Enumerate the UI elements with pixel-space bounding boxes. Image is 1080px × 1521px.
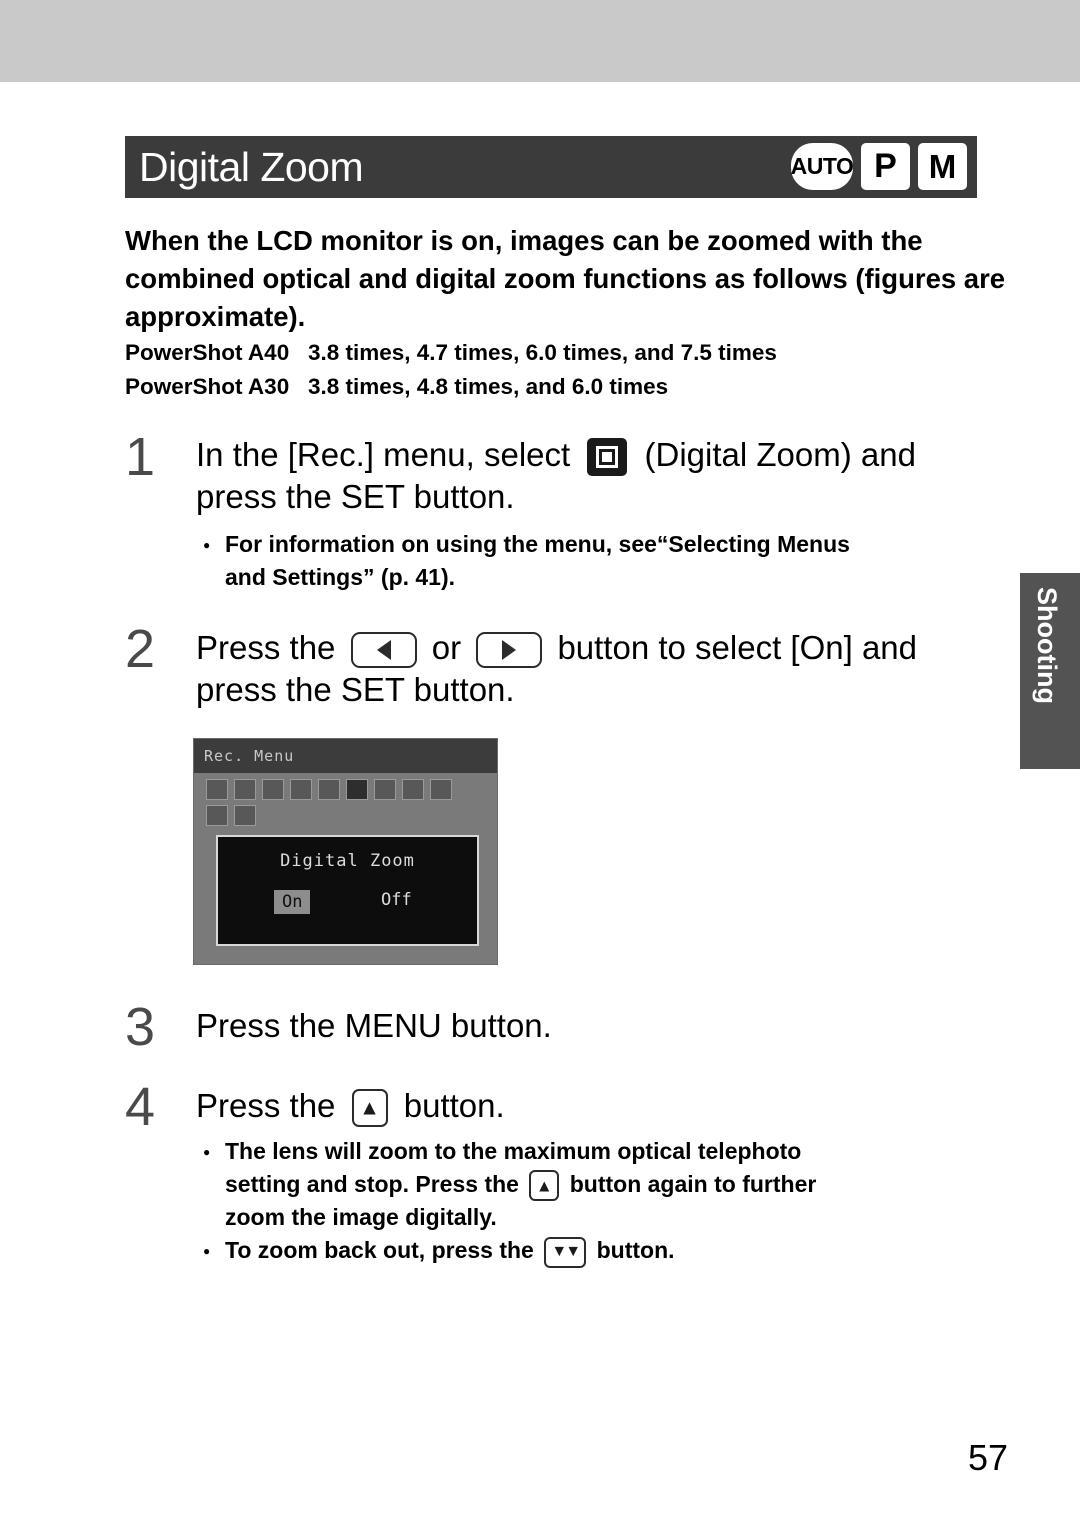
lcd-icon-4: [290, 779, 312, 800]
right-arrow-button-icon: [476, 632, 543, 669]
step-1-note-part2: and Settings”: [225, 564, 375, 590]
step-4-note-1-part-b: button again to further: [569, 1171, 817, 1197]
left-arrow-button-icon: [350, 632, 417, 669]
mode-icon-group: AUTO P M: [791, 143, 967, 190]
lcd-icon-9: [430, 779, 452, 800]
side-tab-label: Shooting: [1032, 587, 1062, 704]
step-4-number: 4: [125, 1077, 156, 1137]
step-2-number: 2: [125, 619, 156, 679]
step-1-note-page: (p. 41).: [380, 564, 456, 590]
lcd-icon-2: [234, 779, 256, 800]
step-4-text: Press the ▲ button.: [196, 1085, 896, 1128]
step-1-note-part1: For information on using the menu, see: [225, 531, 657, 557]
top-grey-band: [0, 0, 1080, 84]
step-1-note-line2: and Settings” (p. 41).: [199, 561, 999, 594]
auto-mode-icon: AUTO: [791, 143, 854, 190]
lcd-option-on: On: [274, 890, 311, 914]
page-number: 57: [967, 1437, 1008, 1478]
step-3-number: 3: [125, 997, 156, 1057]
lcd-icon-1: [206, 779, 228, 800]
step-2-text-before: Press the: [196, 629, 336, 666]
telephoto-zoom-button-icon-inline: ▲: [529, 1170, 560, 1202]
lcd-icon-row-2: [206, 805, 256, 826]
step-4-note-2-part-a: To zoom back out, press the: [225, 1237, 534, 1264]
spec-line-a40: PowerShot A40 3.8 times, 4.7 times, 6.0 …: [125, 340, 777, 365]
step-1-notes: For information on using the menu, see“S…: [199, 528, 999, 594]
spec-line-a30: PowerShot A30 3.8 times, 4.8 times, and …: [125, 374, 669, 399]
step-1-note-quote: “Selecting Menus: [656, 531, 850, 557]
section-title-bar: Digital Zoom AUTO P M: [125, 136, 977, 198]
program-mode-icon: P: [861, 143, 910, 190]
step-2-label-or: or: [431, 629, 462, 666]
step-4-note-1-line-3: zoom the image digitally.: [225, 1204, 497, 1231]
step-1-text: In the [Rec.] menu, select (Digital Zoom…: [196, 434, 976, 518]
step-3-text: Press the MENU button.: [196, 1007, 552, 1044]
page-title: Digital Zoom: [139, 143, 364, 190]
step-4-text-after: button.: [403, 1087, 505, 1124]
lcd-icon-6-selected: [346, 779, 368, 800]
lcd-menu-title: Rec. Menu: [194, 739, 497, 773]
step-4-note-2-part-b: button.: [596, 1237, 675, 1264]
step-4-note-1-line-2: setting and stop. Press the ▲ button aga…: [199, 1168, 1019, 1202]
manual-mode-icon: M: [918, 143, 967, 190]
intro-paragraph: When the LCD monitor is on, images can b…: [125, 225, 1006, 332]
document-page: Digital Zoom AUTO P M When the LCD monit…: [0, 82, 1080, 1521]
step-4-note-2: To zoom back out, press the ▼▼ button.: [199, 1234, 1019, 1268]
step-4-note-1-part-a: setting and stop. Press the: [225, 1171, 519, 1197]
side-tab-shooting: Shooting: [1020, 573, 1080, 769]
lcd-icon-row-1: [206, 779, 476, 800]
lcd-screenshot: Rec. Menu Digital Zoom On Off: [193, 738, 498, 965]
step-1-text-before: In the [Rec.] menu, select: [196, 436, 571, 473]
lcd-option-off: Off: [381, 890, 412, 910]
step-1-number: 1: [125, 427, 156, 487]
lcd-icon-10: [206, 805, 228, 826]
telephoto-zoom-button-icon: ▲: [351, 1089, 388, 1128]
lcd-setting-label: Digital Zoom: [280, 851, 415, 871]
step-2-text: Press the or button to select [On] and p…: [196, 627, 986, 711]
lcd-icon-11: [234, 805, 256, 826]
step-1-note-line1: For information on using the menu, see“S…: [199, 528, 999, 562]
lcd-icon-7: [374, 779, 396, 800]
lcd-icon-3: [262, 779, 284, 800]
wide-angle-zoom-button-icon: ▼▼: [544, 1236, 587, 1268]
lcd-icon-8: [402, 779, 424, 800]
lcd-icon-5: [318, 779, 340, 800]
digital-zoom-menu-icon: [587, 438, 628, 477]
step-4-notes: The lens will zoom to the maximum optica…: [199, 1135, 1019, 1269]
step-4-text-before: Press the: [196, 1087, 336, 1124]
lcd-setting-panel: Digital Zoom On Off: [216, 835, 479, 946]
step-4-note-1-line-1: The lens will zoom to the maximum optica…: [199, 1135, 1019, 1169]
